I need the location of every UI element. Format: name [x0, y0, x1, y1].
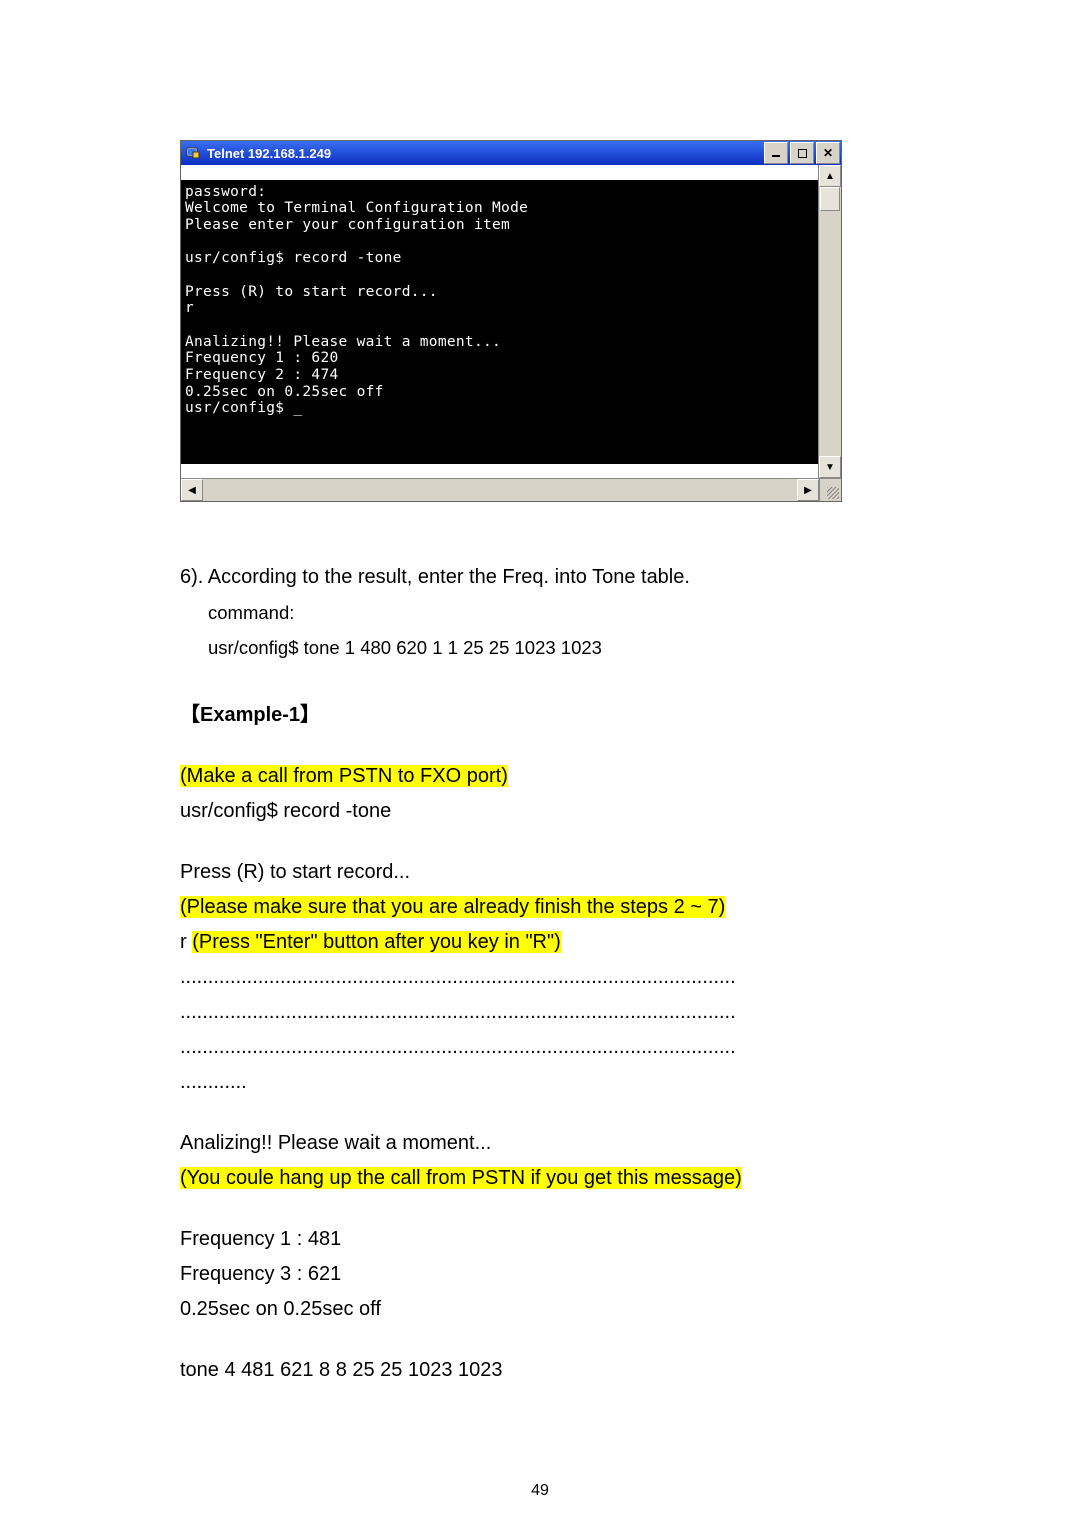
example-heading: 【Example-1】: [180, 700, 900, 731]
hscroll-track[interactable]: [203, 479, 797, 501]
example-r-prefix: r: [180, 931, 192, 953]
document-body: 6). According to the result, enter the F…: [180, 562, 900, 1386]
example-line: tone 4 481 621 8 8 25 25 1023 1023: [180, 1355, 900, 1386]
step-6-text: 6). According to the result, enter the F…: [180, 562, 900, 593]
example-line: Frequency 1 : 481: [180, 1224, 900, 1255]
example-line: r (Press "Enter" button after you key in…: [180, 927, 900, 958]
window-buttons: ✕: [763, 140, 841, 166]
telnet-body: password: Welcome to Terminal Configurat…: [181, 165, 841, 478]
terminal-output[interactable]: password: Welcome to Terminal Configurat…: [181, 180, 818, 464]
scroll-right-button[interactable]: ▶: [797, 479, 819, 501]
example-dots: ........................................…: [180, 997, 900, 1028]
vscroll-thumb[interactable]: [820, 187, 840, 211]
example-dots: ........................................…: [180, 962, 900, 993]
example-line: Press (R) to start record...: [180, 857, 900, 888]
resize-grip[interactable]: [819, 479, 841, 501]
close-button[interactable]: ✕: [816, 142, 840, 164]
scroll-down-button[interactable]: ▼: [819, 456, 841, 478]
minimize-button[interactable]: [764, 142, 788, 164]
highlight-make-call: (Make a call from PSTN to FXO port): [180, 765, 508, 787]
telnet-window: Telnet 192.168.1.249 ✕ password: Welcome…: [180, 140, 842, 502]
example-line: (You coule hang up the call from PSTN if…: [180, 1163, 900, 1194]
scroll-up-button[interactable]: ▲: [819, 165, 841, 187]
example-line: (Make a call from PSTN to FXO port): [180, 761, 900, 792]
page-number: 49: [0, 1482, 1080, 1500]
example-line: (Please make sure that you are already f…: [180, 892, 900, 923]
step-6-command: usr/config$ tone 1 480 620 1 1 25 25 102…: [180, 634, 900, 663]
example-line: Frequency 3 : 621: [180, 1259, 900, 1290]
highlight-press-enter: (Press "Enter" button after you key in "…: [192, 931, 561, 953]
terminal-icon: [185, 145, 201, 161]
vertical-scrollbar[interactable]: ▲ ▼: [818, 165, 841, 478]
example-line: usr/config$ record -tone: [180, 796, 900, 827]
step-6-command-label: command:: [180, 599, 900, 628]
titlebar[interactable]: Telnet 192.168.1.249 ✕: [181, 141, 841, 165]
example-dots: ............: [180, 1067, 900, 1098]
example-line: Analizing!! Please wait a moment...: [180, 1128, 900, 1159]
document-page: Telnet 192.168.1.249 ✕ password: Welcome…: [0, 0, 1080, 1528]
vscroll-track[interactable]: [819, 187, 841, 456]
example-dots: ........................................…: [180, 1032, 900, 1063]
highlight-hangup: (You coule hang up the call from PSTN if…: [180, 1167, 742, 1189]
scroll-left-button[interactable]: ◀: [181, 479, 203, 501]
window-title: Telnet 192.168.1.249: [207, 146, 763, 161]
example-line: 0.25sec on 0.25sec off: [180, 1294, 900, 1325]
highlight-finish-steps: (Please make sure that you are already f…: [180, 896, 725, 918]
horizontal-scrollbar[interactable]: ◀ ▶: [181, 478, 841, 501]
maximize-button[interactable]: [790, 142, 814, 164]
